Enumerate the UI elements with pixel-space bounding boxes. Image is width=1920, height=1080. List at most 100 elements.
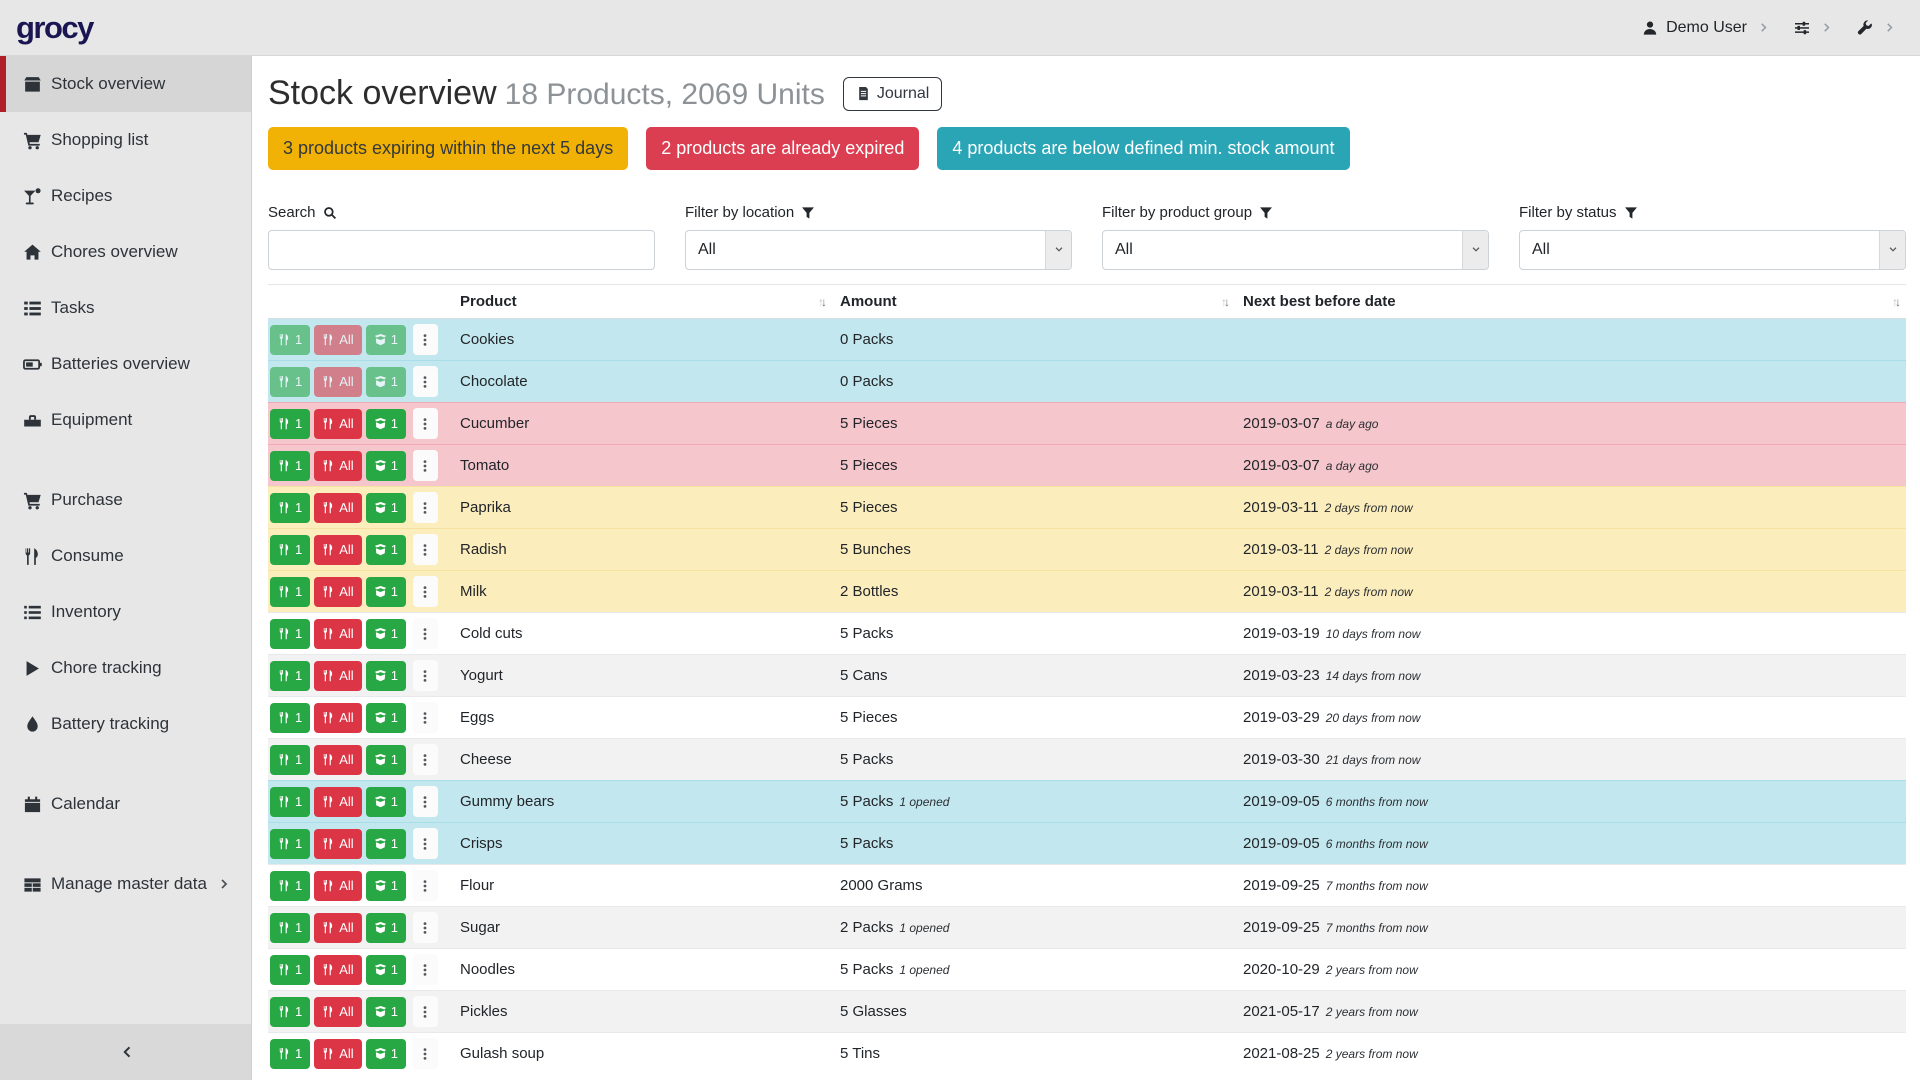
row-more-button[interactable]	[413, 576, 438, 607]
row-more-button[interactable]	[413, 912, 438, 943]
journal-button[interactable]: Journal	[843, 77, 942, 111]
row-more-button[interactable]	[413, 786, 438, 817]
sidebar-collapse-button[interactable]	[0, 1024, 251, 1080]
consume-one-button[interactable]: 1	[270, 913, 310, 943]
sidebar-item-chore-tracking[interactable]: Chore tracking	[0, 640, 251, 696]
row-more-button[interactable]	[413, 996, 438, 1027]
consume-all-button[interactable]: All	[314, 493, 361, 523]
open-one-button[interactable]: 1	[366, 871, 406, 901]
open-one-button[interactable]: 1	[366, 619, 406, 649]
sort-icon[interactable]: ↑↓	[1892, 295, 1898, 309]
consume-all-button[interactable]: All	[314, 745, 361, 775]
consume-all-button[interactable]: All	[314, 661, 361, 691]
row-more-button[interactable]	[413, 534, 438, 565]
row-more-button[interactable]	[413, 492, 438, 523]
consume-one-button[interactable]: 1	[270, 745, 310, 775]
consume-one-button[interactable]: 1	[270, 703, 310, 733]
row-more-button[interactable]	[413, 450, 438, 481]
consume-all-button[interactable]: All	[314, 1039, 361, 1069]
consume-one-button[interactable]: 1	[270, 955, 310, 985]
product-group-filter-select[interactable]: All	[1102, 230, 1489, 270]
open-one-button[interactable]: 1	[366, 535, 406, 565]
stock-settings-menu[interactable]	[1794, 20, 1833, 36]
consume-one-button[interactable]: 1	[270, 871, 310, 901]
best-before-column-header[interactable]: Next best before date↑↓	[1235, 285, 1906, 319]
consume-all-button[interactable]: All	[314, 829, 361, 859]
sidebar-item-tasks[interactable]: Tasks	[0, 280, 251, 336]
app-logo[interactable]: grocy	[16, 10, 93, 46]
consume-one-button[interactable]: 1	[270, 577, 310, 607]
sidebar-item-stock-overview[interactable]: Stock overview	[0, 56, 251, 112]
consume-all-button[interactable]: All	[314, 409, 361, 439]
open-one-button[interactable]: 1	[366, 997, 406, 1027]
user-menu[interactable]: Demo User	[1642, 19, 1770, 37]
consume-all-button[interactable]: All	[314, 535, 361, 565]
consume-one-button[interactable]: 1	[270, 409, 310, 439]
consume-all-button[interactable]: All	[314, 913, 361, 943]
open-one-button[interactable]: 1	[366, 745, 406, 775]
sort-icon[interactable]: ↑↓	[818, 295, 824, 309]
sidebar-item-shopping-list[interactable]: Shopping list	[0, 112, 251, 168]
row-more-button[interactable]	[413, 324, 438, 355]
consume-all-button[interactable]: All	[314, 787, 361, 817]
open-one-button[interactable]: 1	[366, 955, 406, 985]
open-one-button[interactable]: 1	[366, 577, 406, 607]
sidebar-item-inventory[interactable]: Inventory	[0, 584, 251, 640]
product-column-header[interactable]: Product↑↓	[452, 285, 832, 319]
sort-icon[interactable]: ↑↓	[1221, 295, 1227, 309]
consume-all-button[interactable]: All	[314, 997, 361, 1027]
sidebar-item-batteries-overview[interactable]: Batteries overview	[0, 336, 251, 392]
open-one-button[interactable]: 1	[366, 787, 406, 817]
open-one-button[interactable]: 1	[366, 451, 406, 481]
open-one-button[interactable]: 1	[366, 661, 406, 691]
consume-all-button[interactable]: All	[314, 577, 361, 607]
sidebar-item-purchase[interactable]: Purchase	[0, 472, 251, 528]
sidebar-item-recipes[interactable]: Recipes	[0, 168, 251, 224]
row-more-button[interactable]	[413, 702, 438, 733]
consume-all-button[interactable]: All	[314, 703, 361, 733]
open-one-button[interactable]: 1	[366, 913, 406, 943]
consume-one-button[interactable]: 1	[270, 1039, 310, 1069]
row-more-button[interactable]	[413, 744, 438, 775]
open-one-button[interactable]: 1	[366, 493, 406, 523]
consume-one-button[interactable]: 1	[270, 661, 310, 691]
consume-one-button[interactable]: 1	[270, 997, 310, 1027]
row-more-button[interactable]	[413, 408, 438, 439]
sidebar-item-manage-master-data[interactable]: Manage master data	[0, 856, 251, 912]
consume-all-button[interactable]: All	[314, 619, 361, 649]
sidebar-item-calendar[interactable]: Calendar	[0, 776, 251, 832]
sidebar-item-chores-overview[interactable]: Chores overview	[0, 224, 251, 280]
consume-all-button[interactable]: All	[314, 871, 361, 901]
row-more-button[interactable]	[413, 828, 438, 859]
consume-all-button[interactable]: All	[314, 451, 361, 481]
row-more-button[interactable]	[413, 660, 438, 691]
location-filter-select[interactable]: All	[685, 230, 1072, 270]
status-filter-select[interactable]: All	[1519, 230, 1906, 270]
sidebar-item-equipment[interactable]: Equipment	[0, 392, 251, 448]
consume-one-button[interactable]: 1	[270, 325, 310, 355]
search-input[interactable]	[268, 230, 655, 270]
consume-all-button[interactable]: All	[314, 367, 361, 397]
open-one-button[interactable]: 1	[366, 409, 406, 439]
open-one-button[interactable]: 1	[366, 829, 406, 859]
row-more-button[interactable]	[413, 1038, 438, 1069]
sidebar-item-battery-tracking[interactable]: Battery tracking	[0, 696, 251, 752]
open-one-button[interactable]: 1	[366, 367, 406, 397]
consume-all-button[interactable]: All	[314, 955, 361, 985]
row-more-button[interactable]	[413, 366, 438, 397]
consume-one-button[interactable]: 1	[270, 535, 310, 565]
row-more-button[interactable]	[413, 870, 438, 901]
open-one-button[interactable]: 1	[366, 1039, 406, 1069]
consume-one-button[interactable]: 1	[270, 829, 310, 859]
open-one-button[interactable]: 1	[366, 325, 406, 355]
consume-one-button[interactable]: 1	[270, 367, 310, 397]
amount-column-header[interactable]: Amount↑↓	[832, 285, 1235, 319]
row-more-button[interactable]	[413, 954, 438, 985]
consume-one-button[interactable]: 1	[270, 493, 310, 523]
consume-one-button[interactable]: 1	[270, 451, 310, 481]
consume-one-button[interactable]: 1	[270, 787, 310, 817]
admin-menu[interactable]	[1857, 20, 1896, 36]
open-one-button[interactable]: 1	[366, 703, 406, 733]
sidebar-item-consume[interactable]: Consume	[0, 528, 251, 584]
row-more-button[interactable]	[413, 618, 438, 649]
